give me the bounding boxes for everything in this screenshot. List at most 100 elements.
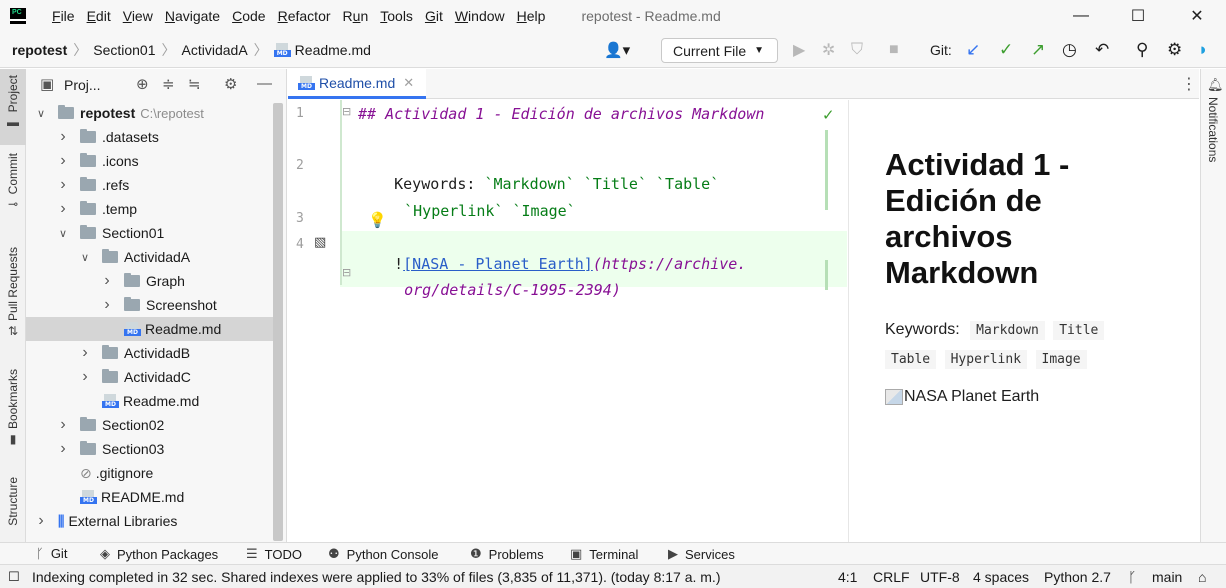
tool-tab-bookmarks[interactable]: Bookmarks ▮ [0, 369, 26, 446]
git-update-icon[interactable]: ↙ [966, 38, 980, 62]
tool-tab-commit[interactable]: Commit ⊸ [0, 153, 26, 211]
search-icon[interactable]: ⚲ [1136, 38, 1148, 62]
status-message[interactable]: Indexing completed in 32 sec. Shared ind… [32, 569, 721, 585]
tool-tab-structure[interactable]: Structure [0, 477, 26, 526]
tree-item[interactable]: ∨ repotest C:\repotest [26, 101, 276, 125]
menu-git[interactable]: Git [425, 8, 443, 24]
project-view-selector[interactable]: Proj... [64, 77, 101, 93]
chevron-right-icon[interactable]: › [100, 296, 114, 314]
no-problems-check-icon[interactable]: ✓ [822, 106, 835, 124]
menu-view[interactable]: View [123, 8, 153, 24]
indent-setting[interactable]: 4 spaces [973, 569, 1029, 585]
git-branch[interactable]: main [1152, 569, 1182, 585]
tree-item[interactable]: › .icons [26, 149, 276, 173]
run-configuration-select[interactable]: Current File ▼ [661, 38, 778, 63]
tree-item[interactable]: MD README.md [26, 485, 276, 509]
chevron-right-icon[interactable]: › [56, 128, 70, 146]
tree-item[interactable]: › Section02 [26, 413, 276, 437]
project-tree-scrollbar[interactable] [273, 103, 283, 541]
tree-item[interactable]: ∨ Section01 [26, 221, 276, 245]
pycharm-logo-icon[interactable]: PC [10, 8, 26, 24]
tool-terminal[interactable]: ▣ Terminal [570, 546, 638, 562]
image-gutter-icon[interactable]: ▧ [314, 234, 326, 250]
tree-item[interactable]: MD Readme.md [26, 389, 276, 413]
tree-item[interactable]: › ActividadB [26, 341, 276, 365]
chevron-down-icon[interactable]: ∨ [78, 251, 92, 264]
tool-python-packages[interactable]: ◈ Python Packages [100, 546, 218, 562]
tree-item[interactable]: › ⫼ External Libraries [26, 509, 276, 533]
git-commit-icon[interactable]: ✓ [999, 38, 1013, 62]
code-editor[interactable]: ⊟ ## Actividad 1 - Edición de archivos M… [340, 100, 847, 542]
link-url[interactable]: org/details/C-1995-2394) [404, 281, 621, 299]
select-opened-file-icon[interactable]: ⊕ [136, 75, 149, 93]
chevron-right-icon[interactable]: › [56, 176, 70, 194]
maximize-button[interactable]: ☐ [1115, 0, 1161, 32]
lightbulb-intention-icon[interactable]: 💡 [368, 211, 387, 229]
tree-item[interactable]: › Graph [26, 269, 276, 293]
chevron-right-icon[interactable]: › [56, 416, 70, 434]
menu-edit[interactable]: Edit [87, 8, 111, 24]
debug-icon[interactable]: ✲ [822, 38, 835, 62]
tool-todo[interactable]: ☰ TODO [246, 546, 302, 562]
git-push-icon[interactable]: ↗ [1031, 38, 1045, 62]
menu-window[interactable]: Window [455, 8, 505, 24]
breadcrumb-actividada[interactable]: ActividadA [176, 42, 254, 58]
chevron-down-icon[interactable]: ∨ [56, 227, 70, 240]
tool-problems[interactable]: ❶ Problems [470, 546, 544, 562]
coverage-icon[interactable]: ⛉ [851, 38, 863, 62]
minimize-button[interactable]: — [1058, 0, 1104, 32]
menu-code[interactable]: Code [232, 8, 265, 24]
close-tab-icon[interactable]: ✕ [403, 75, 414, 91]
tool-services[interactable]: ▶ Services [668, 546, 735, 562]
tree-item[interactable]: › Screenshot [26, 293, 276, 317]
tool-python-console[interactable]: ⚉ Python Console [328, 546, 438, 562]
chevron-right-icon[interactable]: › [78, 344, 92, 362]
tree-item[interactable]: › Section03 [26, 437, 276, 461]
hide-panel-icon[interactable]: — [257, 75, 272, 92]
menu-refactor[interactable]: Refactor [278, 8, 331, 24]
run-icon[interactable]: ▶ [793, 38, 805, 62]
collapse-all-icon[interactable]: ≒ [188, 75, 201, 93]
stop-icon[interactable]: ■ [889, 38, 899, 62]
expand-all-icon[interactable]: ≑ [162, 75, 175, 93]
tree-item[interactable]: ⊘ .gitignore [26, 461, 276, 485]
fold-icon[interactable]: ⊟ [342, 105, 351, 118]
tab-readme-md[interactable]: MD Readme.md ✕ [288, 69, 426, 99]
chevron-down-icon[interactable]: ∨ [34, 107, 48, 120]
breadcrumb-section01[interactable]: Section01 [87, 42, 161, 58]
breadcrumb-repotest[interactable]: repotest [0, 42, 73, 58]
menu-help[interactable]: Help [517, 8, 546, 24]
git-history-icon[interactable]: ◷ [1062, 38, 1077, 62]
git-rollback-icon[interactable]: ↶ [1095, 38, 1109, 62]
chevron-right-icon[interactable]: › [56, 152, 70, 170]
readonly-lock-icon[interactable]: ⌂ [1198, 569, 1206, 585]
toggle-tool-windows-icon[interactable]: ☐ [8, 569, 20, 585]
tool-tab-project[interactable]: Project ▬ [0, 69, 26, 145]
line-separator[interactable]: CRLF [873, 569, 910, 585]
tree-item[interactable]: ∨ ActividadA [26, 245, 276, 269]
tree-item[interactable]: › ActividadC [26, 365, 276, 389]
options-gear-icon[interactable]: ⚙ [224, 75, 237, 93]
tool-tab-pull-requests[interactable]: Pull Requests ⇅ [0, 247, 26, 338]
caret-position[interactable]: 4:1 [838, 569, 857, 585]
tree-item[interactable]: › .datasets [26, 125, 276, 149]
close-window-button[interactable]: ✕ [1174, 0, 1220, 32]
python-interpreter[interactable]: Python 2.7 [1044, 569, 1111, 585]
tool-tab-notifications[interactable]: Notifications [1206, 97, 1220, 162]
chevron-right-icon[interactable]: › [34, 512, 48, 530]
tree-item[interactable]: › .temp [26, 197, 276, 221]
chevron-right-icon[interactable]: › [56, 440, 70, 458]
user-dropdown-icon[interactable]: 👤▾ [604, 38, 630, 62]
menu-navigate[interactable]: Navigate [165, 8, 220, 24]
tree-item[interactable]: › .refs [26, 173, 276, 197]
tool-git[interactable]: ᚴ Git [36, 546, 67, 561]
menu-file[interactable]: File [52, 8, 75, 24]
chevron-right-icon[interactable]: › [56, 200, 70, 218]
tree-item[interactable]: MD Readme.md [26, 317, 276, 341]
menu-tools[interactable]: Tools [380, 8, 413, 24]
more-options-icon[interactable]: ⋮ [1181, 74, 1197, 94]
code-with-me-icon[interactable]: ◗ [1198, 38, 1208, 62]
fold-end-icon[interactable]: ⊟ [342, 266, 351, 279]
chevron-right-icon[interactable]: › [78, 368, 92, 386]
breadcrumb-readme[interactable]: MD Readme.md [268, 42, 377, 58]
